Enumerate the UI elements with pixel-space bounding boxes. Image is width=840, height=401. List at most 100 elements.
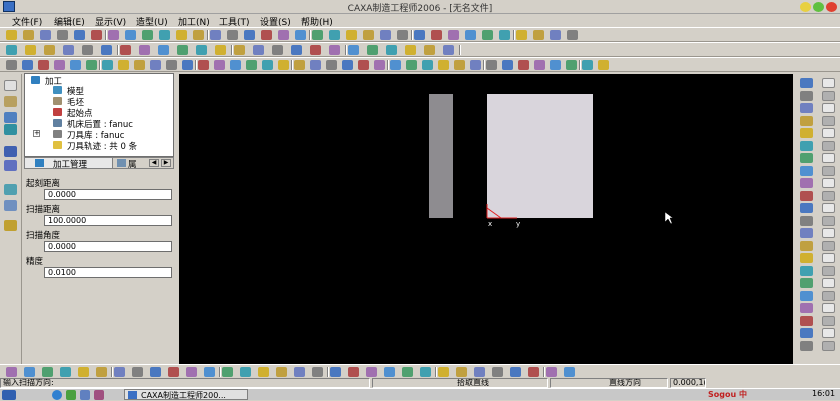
right-draw-tool-1-icon[interactable]	[822, 78, 835, 88]
curve-tool-11-icon[interactable]	[196, 45, 207, 55]
surface-tool-35-icon[interactable]	[550, 60, 561, 70]
right-draw-tool-17-icon[interactable]	[822, 278, 835, 288]
right-tool-17-icon[interactable]	[800, 278, 813, 288]
standard-tool-26-icon[interactable]	[431, 30, 442, 40]
standard-tool-16-icon[interactable]	[261, 30, 272, 40]
bottom-tool-3-icon[interactable]	[42, 367, 53, 377]
right-draw-tool-2-icon[interactable]	[822, 90, 835, 101]
standard-tool-19-icon[interactable]	[312, 30, 323, 40]
sketch-pen-icon[interactable]	[4, 96, 17, 107]
right-tool-13-icon[interactable]	[800, 228, 813, 238]
curve-tool-7-icon[interactable]	[120, 45, 131, 55]
right-draw-tool-3-icon[interactable]	[822, 103, 835, 113]
surface-tool-icon[interactable]	[4, 146, 17, 157]
surface-tool-30-icon[interactable]	[470, 60, 481, 70]
surface-tool-13-icon[interactable]	[198, 60, 209, 70]
standard-tool-34-icon[interactable]	[567, 30, 578, 40]
standard-tool-17-icon[interactable]	[278, 30, 289, 40]
right-tool-20-icon[interactable]	[800, 315, 813, 326]
surface-tool-5-icon[interactable]	[70, 60, 81, 70]
quicklaunch-ie-icon[interactable]	[52, 390, 62, 400]
right-draw-tool-12-icon[interactable]	[822, 215, 835, 226]
bottom-tool-12-icon[interactable]	[204, 367, 215, 377]
blank-rectangle[interactable]	[487, 94, 593, 218]
bottom-tool-32-icon[interactable]	[564, 367, 575, 377]
right-tool-3-icon[interactable]	[800, 103, 813, 113]
right-draw-tool-13-icon[interactable]	[822, 228, 835, 238]
bottom-tool-27-icon[interactable]	[474, 367, 485, 377]
surface-tool-15-icon[interactable]	[230, 60, 241, 70]
surface-tool-10-icon[interactable]	[150, 60, 161, 70]
right-tool-6-icon[interactable]	[800, 140, 813, 151]
surface-tool-19-icon[interactable]	[294, 60, 305, 70]
standard-tool-33-icon[interactable]	[550, 30, 561, 40]
curve-tool-20-icon[interactable]	[367, 45, 378, 55]
bottom-tool-25-icon[interactable]	[438, 367, 449, 377]
surface-tool-38-icon[interactable]	[598, 60, 609, 70]
curve-tool-6-icon[interactable]	[101, 45, 112, 55]
surface-tool-6-icon[interactable]	[86, 60, 97, 70]
standard-tool-1-icon[interactable]	[6, 30, 17, 40]
surface-tool-32-icon[interactable]	[502, 60, 513, 70]
bottom-tool-7-icon[interactable]	[114, 367, 125, 377]
tab-machining-manager[interactable]: 加工管理	[25, 158, 113, 170]
surface-tool-27-icon[interactable]	[422, 60, 433, 70]
feature-tool-icon[interactable]	[4, 184, 17, 195]
right-draw-tool-22-icon[interactable]	[822, 340, 835, 351]
bottom-tool-19-icon[interactable]	[330, 367, 341, 377]
bottom-tool-9-icon[interactable]	[150, 367, 161, 377]
surface-tool-25-icon[interactable]	[390, 60, 401, 70]
right-tool-1-icon[interactable]	[800, 78, 813, 88]
right-draw-tool-21-icon[interactable]	[822, 328, 835, 338]
surface-tool-18-icon[interactable]	[278, 60, 289, 70]
right-draw-tool-14-icon[interactable]	[822, 240, 835, 251]
surface-tool-36-icon[interactable]	[566, 60, 577, 70]
precision-input[interactable]: 0.0100	[44, 267, 172, 278]
right-tool-11-icon[interactable]	[800, 203, 813, 213]
surface-tool-9-icon[interactable]	[134, 60, 145, 70]
standard-tool-9-icon[interactable]	[142, 30, 153, 40]
plane-tool-icon[interactable]	[4, 124, 17, 135]
surface-tool-23-icon[interactable]	[358, 60, 369, 70]
standard-tool-23-icon[interactable]	[380, 30, 391, 40]
curve-tool-12-icon[interactable]	[215, 45, 226, 55]
standard-tool-6-icon[interactable]	[91, 30, 102, 40]
bottom-tool-2-icon[interactable]	[24, 367, 35, 377]
standard-tool-10-icon[interactable]	[159, 30, 170, 40]
right-tool-19-icon[interactable]	[800, 303, 813, 313]
right-draw-tool-19-icon[interactable]	[822, 303, 835, 313]
right-tool-15-icon[interactable]	[800, 253, 813, 263]
scan-distance-input[interactable]: 100.0000	[44, 215, 172, 226]
right-draw-tool-4-icon[interactable]	[822, 115, 835, 126]
surface-tool-8-icon[interactable]	[118, 60, 129, 70]
standard-tool-32-icon[interactable]	[533, 30, 544, 40]
standard-tool-4-icon[interactable]	[57, 30, 68, 40]
right-draw-tool-7-icon[interactable]	[822, 153, 835, 163]
surface-tool-1-icon[interactable]	[6, 60, 17, 70]
right-draw-tool-6-icon[interactable]	[822, 140, 835, 151]
surface-tool-3-icon[interactable]	[38, 60, 49, 70]
surface-tool-16-icon[interactable]	[246, 60, 257, 70]
bottom-tool-17-icon[interactable]	[294, 367, 305, 377]
curve-tool-3-icon[interactable]	[44, 45, 55, 55]
standard-tool-31-icon[interactable]	[516, 30, 527, 40]
bottom-tool-13-icon[interactable]	[222, 367, 233, 377]
edit-surface-icon[interactable]	[4, 160, 17, 171]
layer-tool-icon[interactable]	[4, 220, 17, 231]
right-tool-18-icon[interactable]	[800, 290, 813, 301]
curve-tool-15-icon[interactable]	[272, 45, 283, 55]
surface-tool-22-icon[interactable]	[342, 60, 353, 70]
select-arrow-icon[interactable]	[4, 80, 17, 91]
curve-tool-8-icon[interactable]	[139, 45, 150, 55]
right-tool-9-icon[interactable]	[800, 178, 813, 188]
surface-tool-14-icon[interactable]	[214, 60, 225, 70]
curve-tool-16-icon[interactable]	[291, 45, 302, 55]
right-draw-tool-16-icon[interactable]	[822, 265, 835, 276]
surface-tool-34-icon[interactable]	[534, 60, 545, 70]
right-draw-tool-20-icon[interactable]	[822, 315, 835, 326]
bottom-tool-18-icon[interactable]	[312, 367, 323, 377]
curve-tool-18-icon[interactable]	[329, 45, 340, 55]
curve-tool-9-icon[interactable]	[158, 45, 169, 55]
curve-tool-10-icon[interactable]	[177, 45, 188, 55]
scan-angle-input[interactable]: 0.0000	[44, 241, 172, 252]
